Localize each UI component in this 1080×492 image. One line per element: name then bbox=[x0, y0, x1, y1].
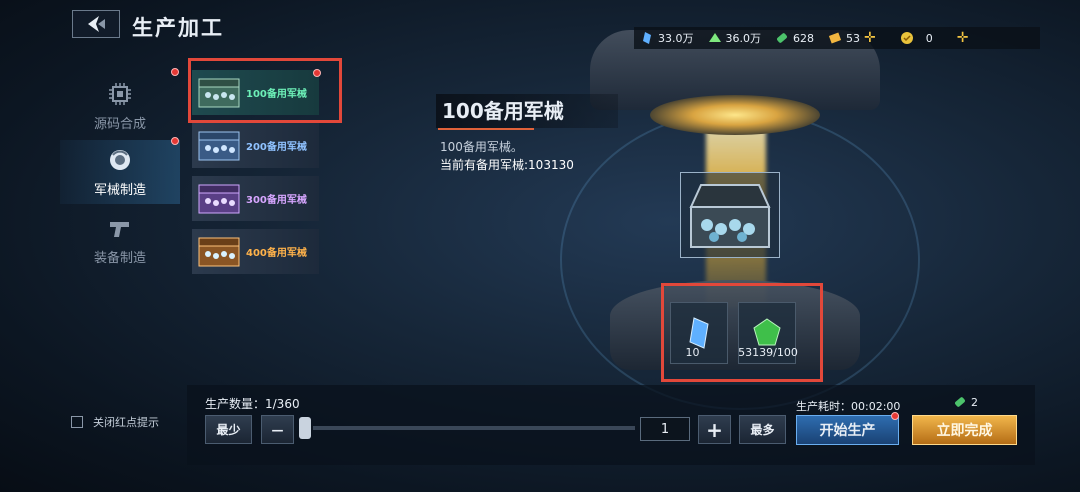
hide-red-dot-toggle[interactable]: 关闭红点提示 bbox=[71, 414, 159, 430]
gold-ticket-icon bbox=[828, 32, 842, 44]
notification-dot bbox=[891, 412, 899, 420]
resource-coin: 0 ✛ bbox=[900, 30, 979, 46]
gold-coin-icon bbox=[900, 32, 913, 44]
product-item-200[interactable]: 200备用军械 bbox=[192, 123, 319, 168]
selection-highlight bbox=[188, 58, 342, 123]
start-production-button[interactable]: 开始生产 bbox=[796, 415, 899, 445]
materials-highlight bbox=[661, 283, 823, 382]
detail-title: 100备用军械 bbox=[436, 94, 618, 128]
chest-icon bbox=[198, 237, 240, 266]
quantity-label: 生产数量：1/360 bbox=[205, 397, 300, 411]
resource-battery: 628 bbox=[775, 31, 814, 45]
quantity-slider-knob[interactable] bbox=[299, 417, 311, 439]
product-item-300[interactable]: 300备用军械 bbox=[192, 176, 319, 221]
resource-value: 33.0万 bbox=[658, 32, 694, 45]
notification-dot bbox=[171, 68, 179, 76]
max-button[interactable]: 最多 bbox=[739, 415, 786, 444]
instant-complete-button[interactable]: 立即完成 bbox=[912, 415, 1017, 445]
nav-label: 源码合成 bbox=[93, 116, 146, 132]
detail-current-count: 当前有备用军械:103130 bbox=[440, 158, 574, 172]
back-button[interactable] bbox=[72, 10, 120, 38]
checkbox[interactable] bbox=[71, 416, 83, 428]
min-button[interactable]: 最少 bbox=[205, 415, 252, 444]
title-underline bbox=[438, 128, 534, 130]
nav-label: 装备制造 bbox=[93, 250, 146, 266]
resource-value: 628 bbox=[793, 31, 814, 45]
resource-green-crystal: 36.0万 bbox=[708, 30, 762, 46]
minus-button[interactable]: — bbox=[261, 415, 294, 444]
chest-icon bbox=[198, 184, 240, 213]
green-battery-icon bbox=[955, 397, 965, 407]
resource-ticket: 53 ✛ bbox=[828, 30, 886, 46]
nav-equipment-manufacture[interactable]: 装备制造 bbox=[60, 208, 180, 272]
add-coin-button[interactable]: ✛ bbox=[957, 30, 969, 46]
machine-ring-decoration bbox=[650, 95, 820, 135]
plus-button[interactable]: + bbox=[698, 415, 731, 444]
cost-value: 2 bbox=[971, 395, 978, 409]
chest-icon bbox=[198, 131, 240, 160]
resource-value: 36.0万 bbox=[725, 32, 762, 45]
product-label: 400备用军械 bbox=[246, 248, 307, 259]
resource-blue-crystal: 33.0万 bbox=[640, 30, 694, 46]
notification-dot bbox=[171, 137, 179, 145]
add-ticket-button[interactable]: ✛ bbox=[864, 30, 876, 46]
instant-cost: 2 bbox=[952, 395, 978, 409]
quantity-input[interactable]: 1 bbox=[640, 417, 690, 441]
quantity-slider-track[interactable] bbox=[313, 426, 635, 430]
green-crystal-icon bbox=[708, 33, 721, 42]
product-label: 200备用军械 bbox=[246, 142, 307, 153]
gun-icon bbox=[110, 221, 129, 237]
nav-ordnance-manufacture[interactable]: 军械制造 bbox=[60, 140, 180, 204]
back-arrow-icon bbox=[88, 16, 105, 32]
nav-label: 军械制造 bbox=[93, 182, 146, 198]
product-item-400[interactable]: 400备用军械 bbox=[192, 229, 319, 274]
resource-value: 0 bbox=[925, 31, 933, 45]
nav-source-synthesis[interactable]: 源码合成 bbox=[60, 74, 180, 138]
product-label: 300备用军械 bbox=[246, 195, 307, 206]
product-preview bbox=[680, 172, 780, 258]
blue-crystal-icon bbox=[643, 32, 651, 44]
page-title: 生产加工 bbox=[132, 16, 224, 40]
production-time: 生产耗时：00:02:00 bbox=[796, 400, 901, 413]
chip-icon bbox=[109, 82, 131, 105]
chest-icon bbox=[689, 184, 771, 248]
resource-bar: 33.0万 36.0万 628 53 ✛ 0 ✛ bbox=[634, 27, 1040, 49]
detail-description: 100备用军械。 bbox=[440, 140, 523, 154]
production-panel bbox=[187, 385, 1035, 465]
toggle-label: 关闭红点提示 bbox=[93, 416, 159, 429]
green-battery-icon bbox=[777, 33, 787, 43]
orb-icon bbox=[110, 149, 130, 170]
resource-value: 53 bbox=[846, 31, 860, 45]
